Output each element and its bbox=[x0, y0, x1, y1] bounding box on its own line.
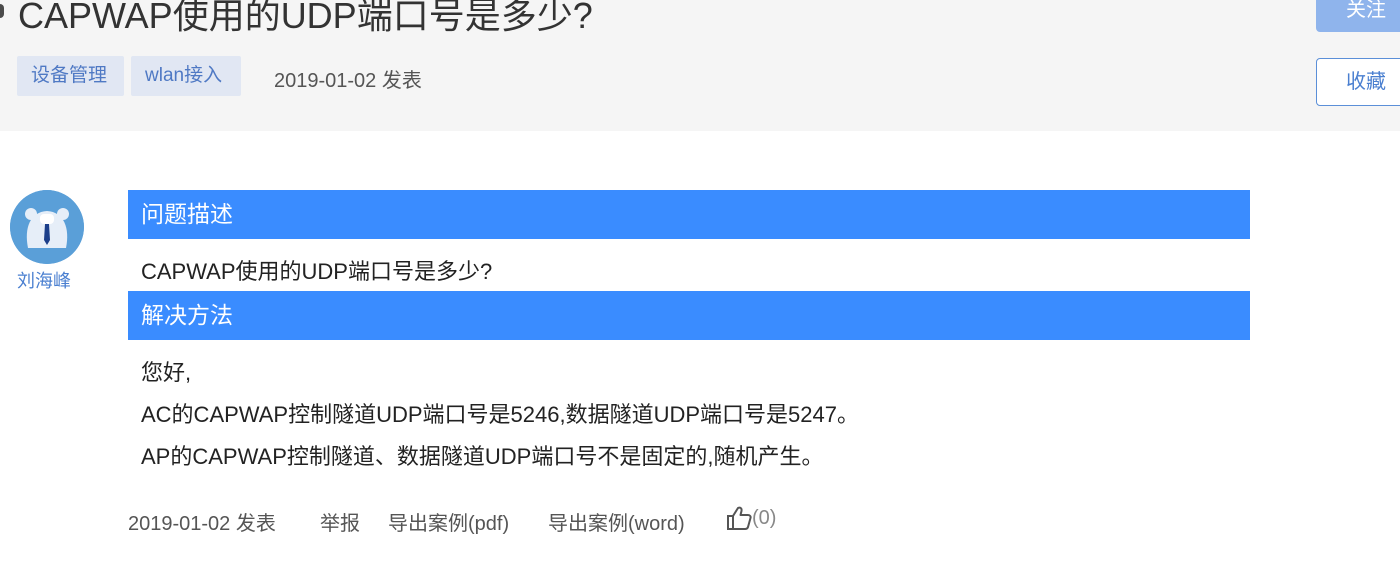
report-link[interactable]: 举报 bbox=[320, 507, 360, 536]
avatar[interactable] bbox=[10, 190, 84, 264]
problem-section-header: 问题描述 bbox=[128, 190, 1250, 239]
solution-line: AP的CAPWAP控制隧道、数据隧道UDP端口号不是固定的,随机产生。 bbox=[141, 444, 824, 469]
answer-date: 2019-01-02 发表 bbox=[128, 513, 276, 535]
solution-section-header: 解决方法 bbox=[128, 291, 1250, 340]
question-date: 2019-01-02 发表 bbox=[274, 70, 422, 92]
author-name[interactable]: 刘海峰 bbox=[17, 267, 71, 293]
follow-button[interactable]: 关注 bbox=[1316, 0, 1400, 32]
export-pdf-link[interactable]: 导出案例(pdf) bbox=[388, 507, 509, 536]
solution-line: 您好, bbox=[141, 360, 192, 385]
problem-text: CAPWAP使用的UDP端口号是多少? bbox=[141, 259, 493, 284]
question-header: CAPWAP使用的UDP端口号是多少? 设备管理 wlan接入 2019-01-… bbox=[0, 0, 1400, 131]
tag-device-management[interactable]: 设备管理 bbox=[17, 56, 124, 96]
tag-wlan-access[interactable]: wlan接入 bbox=[131, 56, 241, 96]
collect-button[interactable]: 收藏 bbox=[1316, 58, 1400, 106]
avatar-icon bbox=[10, 190, 84, 264]
export-word-link[interactable]: 导出案例(word) bbox=[548, 507, 685, 536]
scroll-indicator bbox=[0, 4, 4, 18]
thumbs-up-icon[interactable] bbox=[726, 505, 752, 536]
like-count: (0) bbox=[752, 507, 777, 529]
solution-line: AC的CAPWAP控制隧道UDP端口号是5246,数据隧道UDP端口号是5247… bbox=[141, 402, 859, 427]
page-title: CAPWAP使用的UDP端口号是多少? bbox=[18, 0, 593, 36]
